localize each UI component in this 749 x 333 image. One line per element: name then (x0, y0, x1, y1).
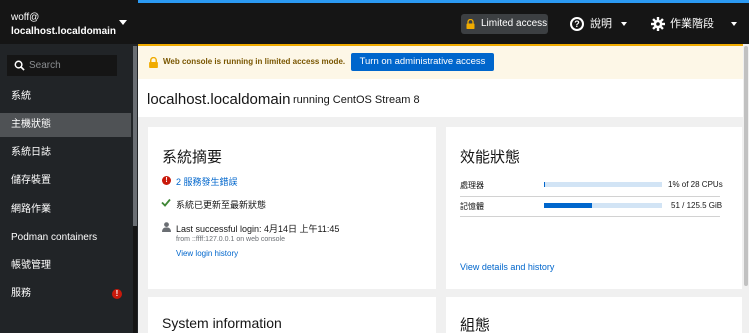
page-scrollbar[interactable] (743, 44, 749, 333)
cpu-usage-fill (544, 182, 546, 187)
config-card: 組態 (446, 297, 742, 333)
nav-section-label: 系統 (11, 91, 31, 102)
sidebar: woff@ localhost.localdomain 系統 主機狀態 系統日誌… (0, 0, 138, 333)
system-info-card: System information (148, 297, 436, 333)
login-source: from ::ffff:127.0.0.1 on web console (176, 236, 285, 243)
caret-down-icon (621, 22, 627, 26)
page-scrollbar-thumb[interactable] (744, 46, 748, 286)
services-error-badge: ! (112, 289, 122, 299)
memory-usage-value: 51 / 125.5 GiB (671, 201, 723, 210)
lock-icon (149, 57, 158, 68)
search-input[interactable] (29, 58, 113, 73)
view-login-history-link[interactable]: View login history (176, 249, 238, 258)
usage-divider (460, 216, 720, 217)
limited-access-label: Limited access (481, 18, 548, 29)
view-details-link[interactable]: View details and history (460, 262, 554, 272)
help-icon: ? (570, 17, 584, 31)
session-menu-button[interactable]: 作業階段 (651, 14, 743, 34)
nav-item-logs[interactable]: 系統日誌 (0, 141, 131, 165)
services-error-link[interactable]: 2 服務發生錯誤 (176, 175, 238, 188)
sidebar-scrollbar-thumb[interactable] (133, 46, 137, 226)
nav-item-overview[interactable]: 主機狀態 (0, 113, 131, 137)
health-card-title: 系統摘要 (162, 149, 223, 166)
host-switcher-host: localhost.localdomain (11, 26, 117, 37)
system-info-card-title: System information (162, 315, 282, 331)
usage-divider (460, 196, 720, 197)
limited-access-button[interactable]: Limited access (461, 14, 548, 34)
error-circle-icon: ! (162, 176, 171, 185)
health-card: 系統摘要 ! 2 服務發生錯誤 系統已更新至最新狀態 Last successf… (148, 127, 436, 289)
host-switcher-user: woff@ (11, 12, 40, 23)
memory-label: 記憶體 (460, 202, 484, 211)
help-label: 說明 (590, 18, 612, 30)
gear-icon (651, 17, 665, 31)
user-icon (162, 222, 171, 232)
caret-down-icon (731, 22, 737, 26)
sidebar-scrollbar[interactable] (133, 46, 137, 333)
check-icon (161, 198, 171, 207)
nav-item-accounts[interactable]: 帳號管理 (0, 254, 131, 278)
config-card-title: 組態 (460, 317, 491, 333)
nav-item-services[interactable]: 服務 ! (0, 282, 131, 306)
cpu-label: 處理器 (460, 181, 484, 190)
updates-status: 系統已更新至最新狀態 (176, 200, 267, 210)
lock-icon (466, 19, 475, 29)
caret-down-icon (119, 20, 127, 25)
nav-item-services-label: 服務 (11, 288, 31, 299)
help-menu-button[interactable]: ? 說明 (570, 14, 630, 34)
host-switcher[interactable]: woff@ localhost.localdomain (0, 0, 138, 44)
nav-item-podman[interactable]: Podman containers (0, 226, 131, 250)
host-status: running CentOS Stream 8 (293, 94, 420, 106)
page-title: localhost.localdomain (147, 91, 291, 108)
turn-on-admin-button[interactable]: Turn on administrative access (351, 53, 494, 71)
usage-card: 效能狀態 處理器 1% of 28 CPUs 記憶體 51 / 125.5 Gi… (446, 127, 742, 289)
limited-access-alert: Web console is running in limited access… (138, 44, 749, 79)
alert-text: Web console is running in limited access… (163, 57, 346, 66)
search-box (7, 55, 117, 76)
nav-item-networking[interactable]: 網路作業 (0, 198, 131, 222)
nav-item-storage[interactable]: 儲存裝置 (0, 169, 131, 193)
memory-usage-bar (544, 203, 662, 208)
last-login: Last successful login: 4月14日 上午11:45 (176, 224, 340, 234)
session-label: 作業階段 (670, 18, 714, 30)
page-header: localhost.localdomain running CentOS Str… (138, 79, 749, 117)
cpu-usage-bar (544, 182, 662, 187)
usage-card-title: 效能狀態 (460, 149, 521, 166)
masthead: Limited access ? 說明 作業階段 (138, 0, 749, 44)
memory-usage-fill (544, 203, 592, 208)
search-icon (14, 60, 25, 71)
cpu-usage-value: 1% of 28 CPUs (668, 180, 723, 189)
